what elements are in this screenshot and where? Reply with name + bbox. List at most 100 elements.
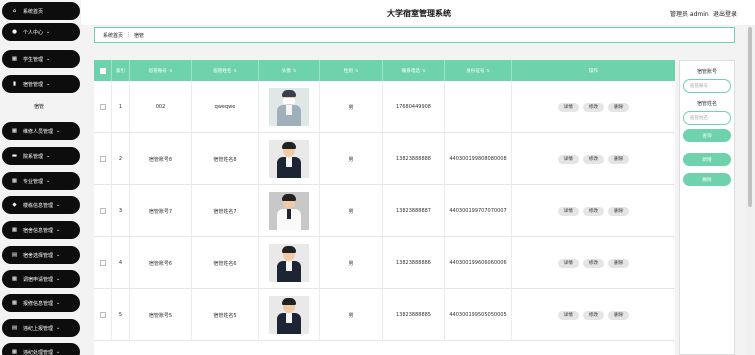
grid-icon: ▦: [11, 56, 18, 62]
avatar-image: [269, 192, 309, 230]
sidebar-item-label: 系统首页: [23, 8, 44, 15]
avatar-image: [269, 296, 309, 334]
sidebar-item[interactable]: ▦ 报修信息管理 ⌄: [2, 294, 80, 312]
sidebar-item-label: 楼栋信息管理: [23, 202, 54, 209]
sidebar-item-label: 个人中心: [23, 29, 44, 36]
row-account: 宿管账号8: [148, 156, 173, 163]
row-checkbox[interactable]: [99, 104, 106, 110]
avatar-image: [269, 88, 309, 126]
sidebar-item[interactable]: ◆ 楼栋信息管理 ⌄: [2, 196, 80, 214]
grid-icon: ▦: [11, 349, 18, 355]
breadcrumb-separator: ⋮: [126, 32, 132, 38]
edit-button[interactable]: 修改: [582, 206, 605, 216]
table-row[interactable]: 2 宿管账号8 宿管姓名8 男 13823888888 44030019980808000…: [94, 133, 675, 185]
row-index: 1: [118, 104, 123, 110]
scrollbar-thumb[interactable]: [748, 27, 752, 207]
bar-chart-icon: ▮: [12, 81, 17, 87]
row-index: 3: [118, 208, 123, 214]
breadcrumb-home[interactable]: 系统首页: [103, 32, 123, 39]
sidebar-item[interactable]: ▦ 宿舍信息管理 ⌄: [2, 221, 80, 239]
detail-button[interactable]: 详情: [557, 154, 579, 164]
detail-button[interactable]: 详情: [557, 206, 579, 216]
chevron-down-icon: ⌄: [46, 81, 51, 87]
delete-row-button[interactable]: 删除: [608, 258, 630, 268]
table-row[interactable]: 3 宿管账号7 宿管姓名7 男 13823888887 44030019970707000…: [94, 185, 675, 237]
chevron-down-icon: ⌄: [56, 325, 61, 331]
sort-icon: ⇅: [292, 68, 297, 73]
select-all-checkbox[interactable]: [99, 67, 106, 74]
sidebar-item-label: 违纪上报管理: [23, 325, 54, 332]
row-checkbox[interactable]: [99, 260, 106, 266]
sidebar-item[interactable]: ▮ 宿管管理 ⌄: [2, 75, 80, 93]
grid-icon: ▦: [11, 227, 18, 233]
row-checkbox[interactable]: [99, 312, 106, 318]
sidebar-item[interactable]: ▤ 违纪上报管理 ⌄: [2, 319, 80, 337]
edit-button[interactable]: 修改: [582, 258, 605, 268]
grid-icon: ▦: [11, 128, 18, 134]
edit-button[interactable]: 修改: [582, 310, 605, 320]
avatar-image: [269, 244, 309, 282]
edit-button[interactable]: 修改: [582, 102, 605, 112]
row-gender: 男: [348, 156, 354, 163]
account-label: 宿管账号: [696, 69, 717, 75]
delete-button[interactable]: 删除: [683, 173, 731, 186]
col-header-phone[interactable]: 联系电话 ⇅: [383, 60, 445, 81]
sidebar-item[interactable]: ▦ 专业管理 ⌄: [2, 172, 80, 190]
row-checkbox[interactable]: [99, 208, 106, 214]
sort-icon: ⇅: [354, 68, 359, 73]
delete-row-button[interactable]: 删除: [608, 310, 630, 320]
chevron-down-icon: ⌄: [46, 29, 51, 35]
sidebar-item-label: 违纪处理管理: [23, 349, 54, 355]
col-header-account[interactable]: 宿管账号 ⇅: [130, 60, 192, 81]
row-phone: 13823888885: [396, 312, 431, 318]
sidebar-item[interactable]: ▦ 维修人员管理 ⌄: [2, 122, 80, 140]
row-index: 5: [118, 312, 123, 318]
sidebar-item[interactable]: ● 个人中心 ⌄: [2, 23, 80, 41]
row-name: 宿管姓名7: [213, 208, 237, 215]
sidebar-item[interactable]: ⌂ 系统首页: [2, 2, 80, 20]
grid-icon: ▦: [11, 178, 18, 184]
sidebar-item[interactable]: ▦ 调宿申请管理 ⌄: [2, 270, 80, 288]
table-row[interactable]: 4 宿管账号6 宿管姓名6 男 13823888886 44030019960606000…: [94, 237, 675, 289]
col-header-avatar[interactable]: 头像 ⇅: [259, 60, 320, 81]
home-icon: ⌂: [12, 8, 17, 14]
detail-button[interactable]: 详情: [557, 258, 579, 268]
page-title: 大学宿室管理系统: [387, 9, 451, 18]
delete-row-button[interactable]: 删除: [608, 206, 630, 216]
row-checkbox[interactable]: [99, 156, 106, 162]
shield-icon: ◆: [12, 202, 17, 208]
chevron-down-icon: ⌄: [56, 128, 61, 134]
row-account: 002: [155, 104, 166, 110]
detail-button[interactable]: 详情: [557, 310, 579, 320]
sidebar-subitem-dorm-manager[interactable]: 宿管: [0, 96, 80, 116]
row-phone: 13823888888: [396, 156, 431, 162]
sidebar-item[interactable]: ▦ 违纪处理管理 ⌄: [2, 343, 80, 355]
col-header-idcard[interactable]: 身份证号 ⇅: [445, 60, 512, 81]
search-button[interactable]: 查询: [683, 129, 731, 142]
account-search-input[interactable]: 宿管账号: [683, 79, 731, 93]
edit-button[interactable]: 修改: [582, 154, 605, 164]
delete-row-button[interactable]: 删除: [608, 102, 630, 112]
sidebar-item[interactable]: ▬ 院系管理 ⌄: [2, 147, 80, 165]
logout-link[interactable]: 退出登录: [713, 9, 737, 18]
name-search-input[interactable]: 宿管姓名: [683, 111, 731, 125]
col-header-name[interactable]: 宿管姓名 ⇅: [192, 60, 259, 81]
sidebar-item-label: 调宿申请管理: [23, 276, 54, 283]
grid-icon: ▦: [11, 276, 18, 282]
row-phone: 13823888887: [396, 208, 431, 214]
sidebar-item[interactable]: ▤ 宿舍选择管理 ⌄: [2, 246, 80, 264]
col-header-gender[interactable]: 性别 ⇅: [320, 60, 383, 81]
sidebar-item-label: 宿管管理: [23, 81, 44, 88]
sidebar-item-label: 宿舍信息管理: [23, 227, 54, 234]
table-header: 索引 宿管账号 ⇅ 宿管姓名 ⇅ 头像 ⇅ 性别 ⇅ 联系电话 ⇅ 身份证号 ⇅ 操作: [94, 60, 675, 81]
data-table: 索引 宿管账号 ⇅ 宿管姓名 ⇅ 头像 ⇅ 性别 ⇅ 联系电话 ⇅ 身份证号 ⇅ 操作 1 0…: [94, 60, 675, 355]
add-button[interactable]: 新增: [683, 153, 731, 166]
delete-row-button[interactable]: 删除: [608, 154, 630, 164]
page-scrollbar[interactable]: [746, 25, 754, 355]
sidebar-item[interactable]: ▦ 学生管理 ⌄: [2, 50, 80, 68]
table-row[interactable]: 1 002 qweqwe 男 17680449908 详情 修改 删除: [94, 81, 675, 133]
table-row[interactable]: 5 宿管账号5 宿管姓名5 男 13823888885 44030019950505000…: [94, 289, 675, 341]
detail-button[interactable]: 详情: [557, 102, 579, 112]
row-idcard: 440300199707070007: [449, 208, 507, 214]
row-account: 宿管账号7: [148, 208, 173, 215]
